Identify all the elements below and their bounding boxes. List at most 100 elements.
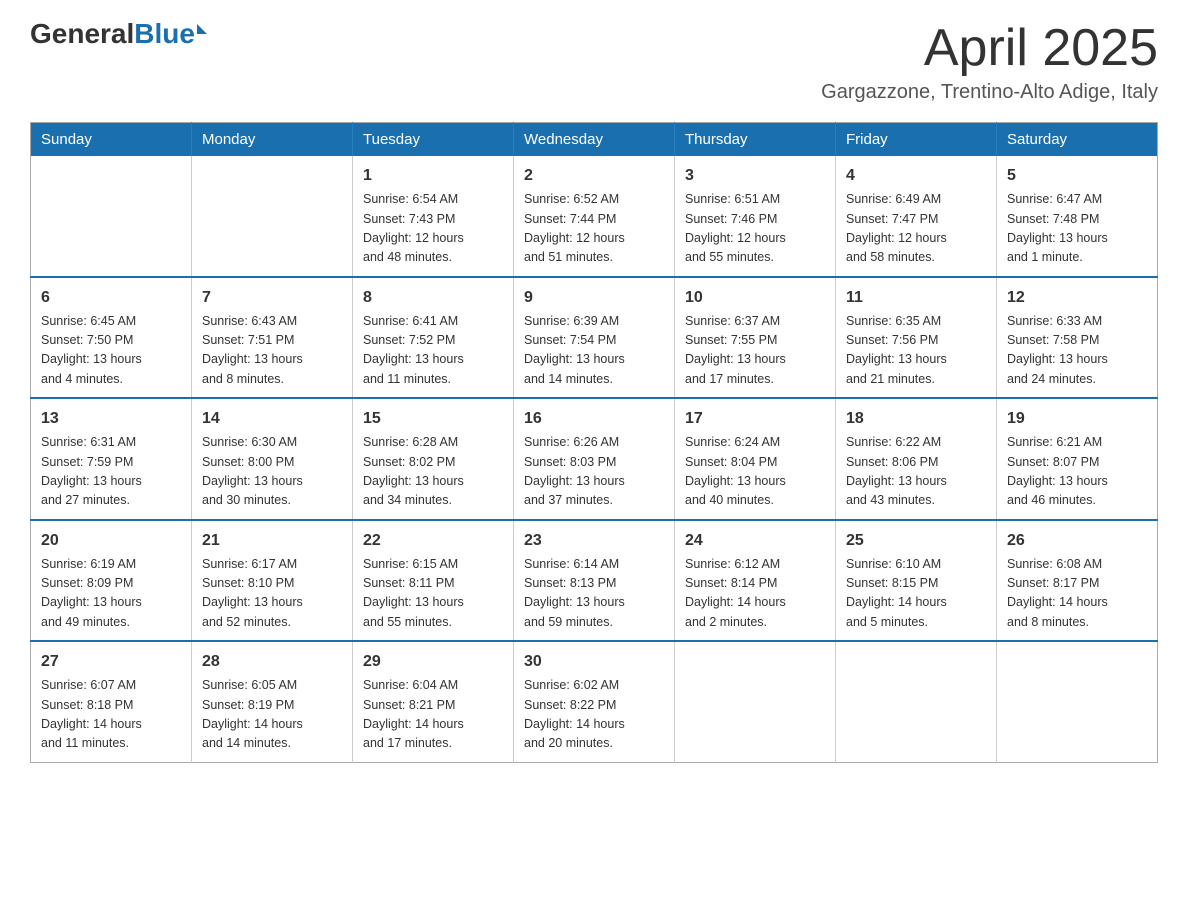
- logo-text: General Blue: [30, 20, 207, 48]
- day-info: Sunrise: 6:04 AM Sunset: 8:21 PM Dayligh…: [363, 676, 503, 754]
- logo-blue-part: Blue: [134, 20, 207, 48]
- calendar-cell: 22Sunrise: 6:15 AM Sunset: 8:11 PM Dayli…: [353, 520, 514, 642]
- calendar-cell: 25Sunrise: 6:10 AM Sunset: 8:15 PM Dayli…: [836, 520, 997, 642]
- day-info: Sunrise: 6:05 AM Sunset: 8:19 PM Dayligh…: [202, 676, 342, 754]
- week-row-5: 27Sunrise: 6:07 AM Sunset: 8:18 PM Dayli…: [31, 641, 1158, 762]
- day-number: 30: [524, 650, 664, 674]
- day-info: Sunrise: 6:10 AM Sunset: 8:15 PM Dayligh…: [846, 555, 986, 633]
- calendar-cell: 19Sunrise: 6:21 AM Sunset: 8:07 PM Dayli…: [997, 398, 1158, 520]
- day-info: Sunrise: 6:21 AM Sunset: 8:07 PM Dayligh…: [1007, 433, 1147, 511]
- day-number: 4: [846, 164, 986, 188]
- calendar-table: SundayMondayTuesdayWednesdayThursdayFrid…: [30, 122, 1158, 763]
- calendar-cell: [31, 156, 192, 277]
- day-number: 7: [202, 286, 342, 310]
- day-number: 22: [363, 529, 503, 553]
- day-info: Sunrise: 6:14 AM Sunset: 8:13 PM Dayligh…: [524, 555, 664, 633]
- calendar-cell: 9Sunrise: 6:39 AM Sunset: 7:54 PM Daylig…: [514, 277, 675, 399]
- week-row-2: 6Sunrise: 6:45 AM Sunset: 7:50 PM Daylig…: [31, 277, 1158, 399]
- day-header-row: SundayMondayTuesdayWednesdayThursdayFrid…: [31, 123, 1158, 157]
- calendar-cell: 24Sunrise: 6:12 AM Sunset: 8:14 PM Dayli…: [675, 520, 836, 642]
- header: General Blue April 2025 Gargazzone, Tren…: [30, 20, 1158, 104]
- day-number: 19: [1007, 407, 1147, 431]
- calendar-cell: 18Sunrise: 6:22 AM Sunset: 8:06 PM Dayli…: [836, 398, 997, 520]
- day-info: Sunrise: 6:37 AM Sunset: 7:55 PM Dayligh…: [685, 312, 825, 390]
- day-info: Sunrise: 6:26 AM Sunset: 8:03 PM Dayligh…: [524, 433, 664, 511]
- calendar-cell: 29Sunrise: 6:04 AM Sunset: 8:21 PM Dayli…: [353, 641, 514, 762]
- day-info: Sunrise: 6:28 AM Sunset: 8:02 PM Dayligh…: [363, 433, 503, 511]
- day-number: 10: [685, 286, 825, 310]
- calendar-cell: 15Sunrise: 6:28 AM Sunset: 8:02 PM Dayli…: [353, 398, 514, 520]
- day-number: 9: [524, 286, 664, 310]
- day-number: 20: [41, 529, 181, 553]
- day-header-monday: Monday: [192, 123, 353, 157]
- day-number: 18: [846, 407, 986, 431]
- day-number: 24: [685, 529, 825, 553]
- day-info: Sunrise: 6:43 AM Sunset: 7:51 PM Dayligh…: [202, 312, 342, 390]
- day-number: 14: [202, 407, 342, 431]
- calendar-cell: 21Sunrise: 6:17 AM Sunset: 8:10 PM Dayli…: [192, 520, 353, 642]
- day-number: 25: [846, 529, 986, 553]
- day-info: Sunrise: 6:54 AM Sunset: 7:43 PM Dayligh…: [363, 190, 503, 268]
- calendar-cell: 23Sunrise: 6:14 AM Sunset: 8:13 PM Dayli…: [514, 520, 675, 642]
- logo-triangle-icon: [197, 24, 207, 34]
- day-info: Sunrise: 6:30 AM Sunset: 8:00 PM Dayligh…: [202, 433, 342, 511]
- week-row-3: 13Sunrise: 6:31 AM Sunset: 7:59 PM Dayli…: [31, 398, 1158, 520]
- page-title: April 2025: [821, 20, 1158, 77]
- day-info: Sunrise: 6:12 AM Sunset: 8:14 PM Dayligh…: [685, 555, 825, 633]
- calendar-header: SundayMondayTuesdayWednesdayThursdayFrid…: [31, 123, 1158, 157]
- logo: General Blue: [30, 20, 207, 48]
- day-info: Sunrise: 6:07 AM Sunset: 8:18 PM Dayligh…: [41, 676, 181, 754]
- calendar-cell: [836, 641, 997, 762]
- day-number: 2: [524, 164, 664, 188]
- day-info: Sunrise: 6:19 AM Sunset: 8:09 PM Dayligh…: [41, 555, 181, 633]
- logo-blue-text: Blue: [134, 20, 195, 48]
- calendar-cell: 4Sunrise: 6:49 AM Sunset: 7:47 PM Daylig…: [836, 156, 997, 277]
- calendar-cell: [997, 641, 1158, 762]
- day-number: 3: [685, 164, 825, 188]
- day-info: Sunrise: 6:33 AM Sunset: 7:58 PM Dayligh…: [1007, 312, 1147, 390]
- calendar-cell: 30Sunrise: 6:02 AM Sunset: 8:22 PM Dayli…: [514, 641, 675, 762]
- calendar-cell: 12Sunrise: 6:33 AM Sunset: 7:58 PM Dayli…: [997, 277, 1158, 399]
- week-row-4: 20Sunrise: 6:19 AM Sunset: 8:09 PM Dayli…: [31, 520, 1158, 642]
- day-header-friday: Friday: [836, 123, 997, 157]
- day-number: 17: [685, 407, 825, 431]
- calendar-cell: 13Sunrise: 6:31 AM Sunset: 7:59 PM Dayli…: [31, 398, 192, 520]
- day-info: Sunrise: 6:52 AM Sunset: 7:44 PM Dayligh…: [524, 190, 664, 268]
- calendar-cell: 20Sunrise: 6:19 AM Sunset: 8:09 PM Dayli…: [31, 520, 192, 642]
- calendar-cell: 28Sunrise: 6:05 AM Sunset: 8:19 PM Dayli…: [192, 641, 353, 762]
- page-subtitle: Gargazzone, Trentino-Alto Adige, Italy: [821, 81, 1158, 104]
- day-info: Sunrise: 6:02 AM Sunset: 8:22 PM Dayligh…: [524, 676, 664, 754]
- day-number: 13: [41, 407, 181, 431]
- calendar-cell: 8Sunrise: 6:41 AM Sunset: 7:52 PM Daylig…: [353, 277, 514, 399]
- day-info: Sunrise: 6:22 AM Sunset: 8:06 PM Dayligh…: [846, 433, 986, 511]
- calendar-cell: 11Sunrise: 6:35 AM Sunset: 7:56 PM Dayli…: [836, 277, 997, 399]
- day-number: 21: [202, 529, 342, 553]
- calendar-cell: 1Sunrise: 6:54 AM Sunset: 7:43 PM Daylig…: [353, 156, 514, 277]
- calendar-cell: 10Sunrise: 6:37 AM Sunset: 7:55 PM Dayli…: [675, 277, 836, 399]
- day-number: 26: [1007, 529, 1147, 553]
- calendar-cell: 2Sunrise: 6:52 AM Sunset: 7:44 PM Daylig…: [514, 156, 675, 277]
- calendar-body: 1Sunrise: 6:54 AM Sunset: 7:43 PM Daylig…: [31, 156, 1158, 762]
- calendar-cell: 17Sunrise: 6:24 AM Sunset: 8:04 PM Dayli…: [675, 398, 836, 520]
- calendar-cell: [192, 156, 353, 277]
- day-number: 28: [202, 650, 342, 674]
- day-number: 15: [363, 407, 503, 431]
- day-info: Sunrise: 6:24 AM Sunset: 8:04 PM Dayligh…: [685, 433, 825, 511]
- day-number: 12: [1007, 286, 1147, 310]
- day-info: Sunrise: 6:45 AM Sunset: 7:50 PM Dayligh…: [41, 312, 181, 390]
- calendar-cell: 5Sunrise: 6:47 AM Sunset: 7:48 PM Daylig…: [997, 156, 1158, 277]
- day-info: Sunrise: 6:15 AM Sunset: 8:11 PM Dayligh…: [363, 555, 503, 633]
- day-number: 29: [363, 650, 503, 674]
- day-number: 27: [41, 650, 181, 674]
- day-header-thursday: Thursday: [675, 123, 836, 157]
- day-info: Sunrise: 6:35 AM Sunset: 7:56 PM Dayligh…: [846, 312, 986, 390]
- logo-general: General: [30, 20, 134, 48]
- day-info: Sunrise: 6:17 AM Sunset: 8:10 PM Dayligh…: [202, 555, 342, 633]
- day-info: Sunrise: 6:49 AM Sunset: 7:47 PM Dayligh…: [846, 190, 986, 268]
- calendar-cell: 16Sunrise: 6:26 AM Sunset: 8:03 PM Dayli…: [514, 398, 675, 520]
- day-header-saturday: Saturday: [997, 123, 1158, 157]
- day-number: 6: [41, 286, 181, 310]
- day-info: Sunrise: 6:41 AM Sunset: 7:52 PM Dayligh…: [363, 312, 503, 390]
- day-info: Sunrise: 6:08 AM Sunset: 8:17 PM Dayligh…: [1007, 555, 1147, 633]
- day-info: Sunrise: 6:39 AM Sunset: 7:54 PM Dayligh…: [524, 312, 664, 390]
